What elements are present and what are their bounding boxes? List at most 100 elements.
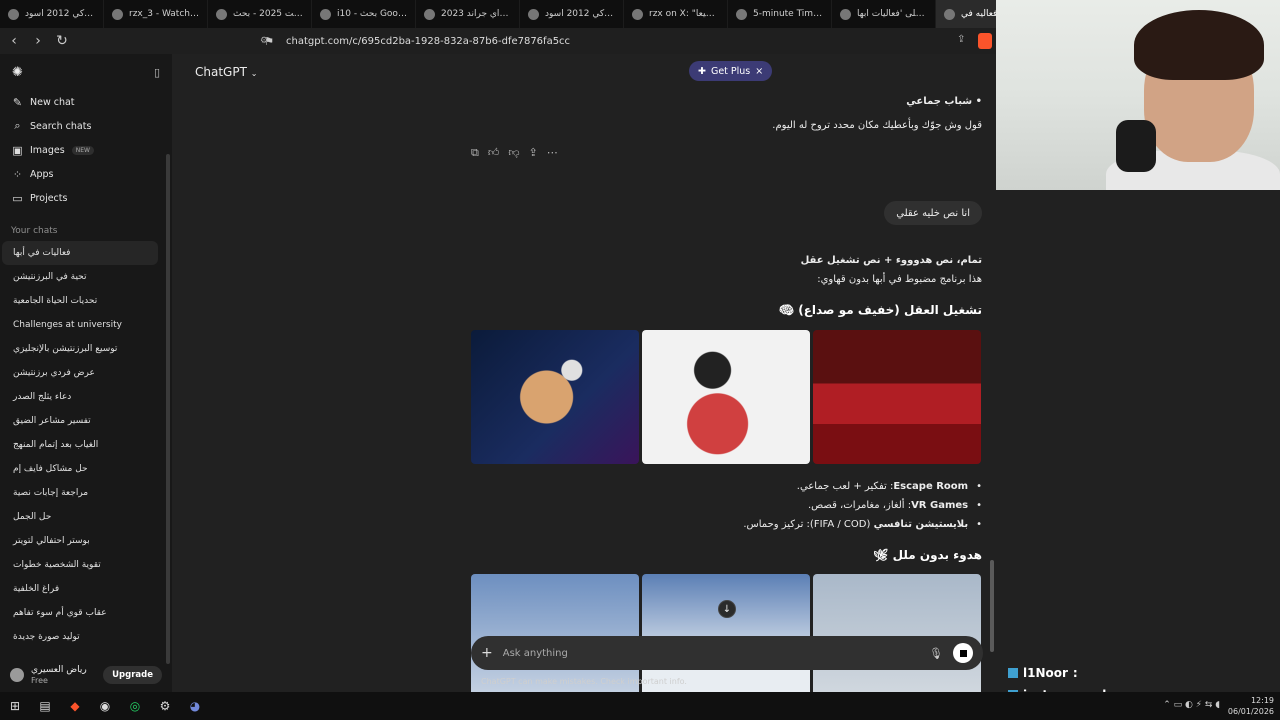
chat-history-item[interactable]: بوستر احتفالي لتويتر [2,529,158,553]
browser-tab[interactable]: بوكي 2012 اسود xl [0,0,104,28]
avatar[interactable] [10,668,24,682]
activity-name: Escape Room [893,481,969,492]
chat-history-item[interactable]: الغياب بعد إتمام المنهج [2,433,158,457]
tab-title: i10 - بحث Google [337,9,407,19]
chat-history-item[interactable]: تحديات الحياة الجامعية [2,289,158,313]
forward-icon[interactable]: › [28,31,48,51]
collapse-sidebar-icon[interactable]: ▯ [154,66,160,79]
browser-tab[interactable]: اعثر على 'فعاليات ابها [832,0,936,28]
user-message-bubble: انا نص خليه عقلي [884,201,982,225]
composer[interactable]: + Ask anything 🎙︎ [471,636,983,670]
windows-start-icon[interactable]: ⊞ [0,692,30,720]
browser-tab[interactable]: rzx_3 - Watch the V [104,0,208,28]
stream-chat-text: : [1072,666,1078,680]
chat-main: ChatGPT ⌄ ✚ Get Plus × • شباب جماعي قول وش… [172,54,996,692]
image-vr-games[interactable] [642,330,810,464]
back-icon[interactable]: ‹ [4,31,24,51]
close-icon[interactable]: × [755,66,763,77]
attach-plus-icon[interactable]: + [481,645,493,661]
scroll-down-icon[interactable]: ↓ [718,600,736,618]
webcam-overlay [996,0,1280,190]
activity-name: بلايستيشن تنافسي [873,519,969,530]
composer-input[interactable]: Ask anything [503,648,919,659]
user-menu[interactable]: رياض العسيري Free Upgrade [0,658,172,692]
chat-history-item[interactable]: Challenges at university [2,313,158,337]
chat-history-item[interactable]: دعاء يثلج الصدر [2,385,158,409]
activity-desc: (FIFA / COD): تركيز وحماس. [743,519,874,530]
address-field[interactable]: ⚙ chatgpt.com/c/695cd2ba-1928-832a-87b6-… [250,31,970,51]
chat-history-item[interactable]: مراجعة إجابات نصية [2,481,158,505]
sidebar-item[interactable]: ⌕ Search chats [0,114,172,138]
prev-bullet-text: شباب جماعي [906,96,973,107]
image-mountain-lamps[interactable] [813,574,981,692]
sidebar-scrollbar[interactable] [166,154,170,664]
chat-history-item[interactable]: تفسير مشاعر الضيق [2,409,158,433]
reply-line-1: تمام، نص هدوووء + نص تشغيل عقل [800,255,982,266]
tab-favicon-icon [632,8,643,20]
chat-history-item[interactable]: فعاليات في أبها [2,241,158,265]
brave-shield-icon[interactable] [978,33,992,49]
chat-history-item[interactable]: عقاب قوي أم سوء تفاهم [2,601,158,625]
browser-tab[interactable]: بوكي 2012 اسود xl [520,0,624,28]
browser-tab[interactable]: اكسنت 2025 - بحث [208,0,312,28]
prev-bullet: • شباب جماعي [906,96,982,107]
stop-icon [959,649,967,657]
copy-icon[interactable]: ⧉ [471,146,479,160]
get-plus-button[interactable]: ✚ Get Plus × [689,61,773,81]
brave-browser-icon[interactable]: ◆ [60,692,90,720]
browser-tab[interactable]: i10 - بحث Google [312,0,416,28]
upgrade-button[interactable]: Upgrade [103,666,162,684]
sidebar-item[interactable]: ✎ New chat [0,90,172,114]
tab-title: اعثر على 'فعاليات ابها [857,9,927,19]
thumbs-down-icon[interactable]: 👎︎ [508,146,519,160]
site-info-icon[interactable]: ⚙ [260,36,268,46]
image-row-2 [471,574,981,692]
model-selector[interactable]: ChatGPT ⌄ [195,65,257,79]
activity-list-item: بلايستيشن تنافسي (FIFA / COD): تركيز وحم… [743,519,982,538]
reload-icon[interactable]: ↻ [52,31,72,51]
stream-chat-message: l1Noor: [1008,662,1128,684]
microphone-image [1116,120,1156,172]
share-icon[interactable]: ⇪ [529,146,538,160]
tab-title: اكسنت 2025 - بحث [233,9,303,19]
user-name: رياض العسيري [31,665,87,675]
sidebar-item[interactable]: ▣ Images NEW [0,138,172,162]
chat-history-item[interactable]: حل مشاكل فايف إم [2,457,158,481]
more-icon[interactable]: ⋯ [547,146,558,160]
steam-icon[interactable]: ⚙ [150,692,180,720]
chat-history-item[interactable]: توليد صورة جديدة [2,625,158,649]
system-tray-icons[interactable]: ⌃ ▭ ◐ ⚡ ⇆ ◖ [1163,700,1220,710]
stop-button[interactable] [953,643,973,663]
sidebar-item[interactable]: ⁘ Apps [0,162,172,186]
browser-tab[interactable]: هيونداي جراند 2023 [416,0,520,28]
activity-name: VR Games [911,500,969,511]
chat-history-item[interactable]: توسيع البرزنتيشن بالإنجليزي [2,337,158,361]
badge-icon [1008,668,1018,678]
chat-history-item[interactable]: تحية في البرزنتيشن [2,265,158,289]
thumbs-up-icon[interactable]: 👍︎ [488,146,500,160]
image-tower[interactable] [471,574,639,692]
image-escape-room[interactable] [471,330,639,464]
chat-history-item[interactable]: تقوية الشخصية خطوات [2,553,158,577]
prev-line: قول وش جوّك وبأعطيك مكان محدد تروح له ال… [772,120,982,131]
image-theater[interactable] [813,330,981,464]
sidebar-item-label: New chat [30,96,75,108]
whatsapp-icon[interactable]: ◎ [120,692,150,720]
discord-icon[interactable]: ◕ [180,692,210,720]
browser-tab[interactable]: rzx on X: "جيرنا جميعا [624,0,728,28]
browser-tab[interactable]: 5-minute Timer | sta [728,0,832,28]
disclaimer: ChatGPT can make mistakes. Check importa… [481,677,687,686]
microphone-icon[interactable]: 🎙︎ [929,647,943,660]
chat-history-item[interactable]: حل الجمل [2,505,158,529]
app-icon[interactable]: ◉ [90,692,120,720]
clock[interactable]: 12:19 06/01/2026 [1228,695,1274,717]
file-explorer-icon[interactable]: ▤ [30,692,60,720]
sidebar-item[interactable]: ▭ Projects [0,186,172,210]
main-scrollbar[interactable] [990,560,994,652]
chat-history-item[interactable]: عرض فردي برزنتيشن [2,361,158,385]
share-icon[interactable]: ⇪ [957,34,965,45]
openai-logo-icon[interactable]: ✺ [12,65,23,80]
leaf-icon: 🌿︎ [873,548,889,562]
image-clouds[interactable] [642,574,810,692]
chat-history-item[interactable]: فراغ الخلفية [2,577,158,601]
